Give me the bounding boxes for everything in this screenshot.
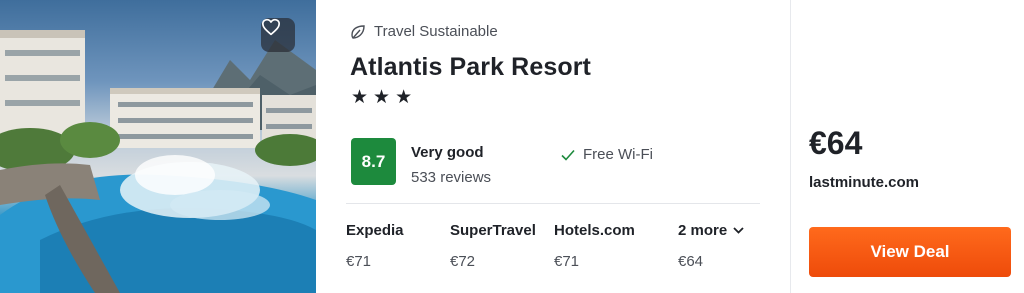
best-price: €64	[809, 125, 863, 161]
hotel-result-card[interactable]: Travel Sustainable Atlantis Park Resort …	[0, 0, 1024, 293]
view-deal-button[interactable]: View Deal	[809, 227, 1011, 277]
heart-outline-icon	[262, 18, 280, 36]
deal-price: €71	[554, 253, 580, 270]
amenity-label: Free Wi-Fi	[583, 146, 653, 163]
divider	[346, 203, 760, 204]
leaf-icon	[351, 24, 365, 39]
deal-expedia[interactable]: Expedia €71	[346, 222, 404, 270]
deal-price: €71	[346, 253, 372, 270]
checkmark-icon	[561, 149, 575, 161]
star-rating: ★★★	[351, 87, 418, 108]
hotel-name[interactable]: Atlantis Park Resort	[350, 53, 591, 82]
favorite-button[interactable]	[261, 18, 295, 52]
hotel-info-panel: Travel Sustainable Atlantis Park Resort …	[316, 0, 790, 293]
hotel-photo[interactable]	[0, 0, 316, 293]
rating-label: Very good	[411, 144, 484, 161]
deal-hotels-com[interactable]: Hotels.com €71	[554, 222, 635, 270]
deal-provider: Hotels.com	[554, 222, 635, 239]
deal-price: €64	[678, 253, 704, 270]
more-deals-button[interactable]: 2 more €64	[678, 222, 744, 270]
chevron-down-icon	[733, 227, 744, 234]
review-count[interactable]: 533 reviews	[411, 169, 491, 186]
deal-provider: SuperTravel	[450, 222, 536, 239]
deal-provider: 2 more	[678, 222, 728, 239]
deal-price: €72	[450, 253, 476, 270]
best-price-panel: €64 lastminute.com View Deal	[790, 0, 1024, 293]
best-price-provider: lastminute.com	[809, 174, 920, 191]
more-deals-label-row: 2 more	[678, 222, 744, 239]
deal-supertravel[interactable]: SuperTravel €72	[450, 222, 536, 270]
amenity-free-wifi: Free Wi-Fi	[561, 146, 653, 163]
deal-provider: Expedia	[346, 222, 404, 239]
travel-sustainable-label: Travel Sustainable	[350, 23, 498, 40]
rating-score-badge: 8.7	[351, 138, 396, 185]
travel-sustainable-text: Travel Sustainable	[374, 23, 498, 40]
